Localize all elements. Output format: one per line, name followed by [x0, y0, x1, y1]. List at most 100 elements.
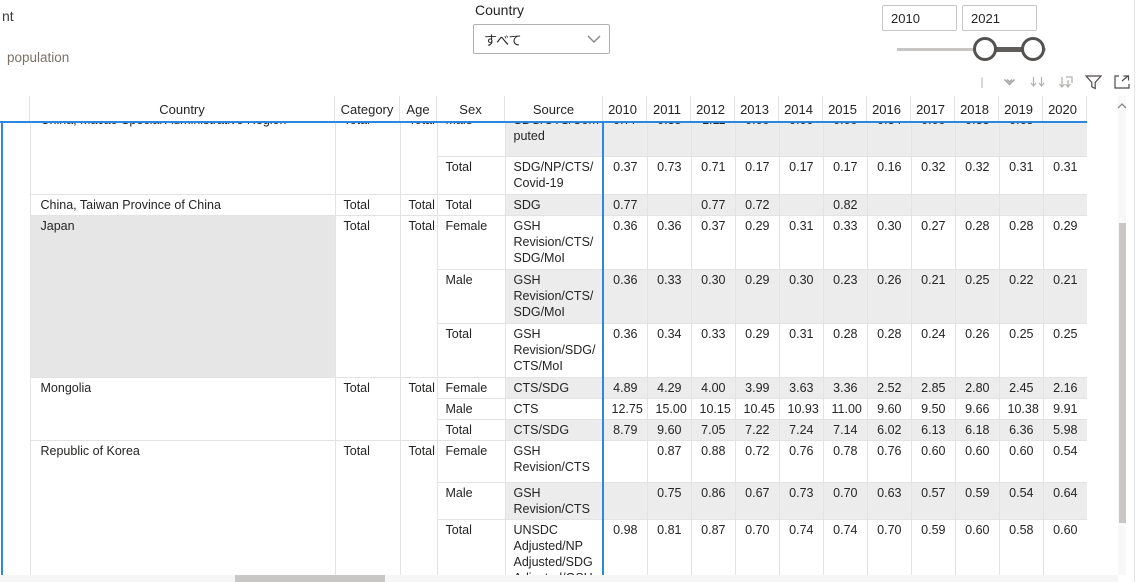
column-header-2014[interactable]: 2014 [779, 96, 823, 122]
value-cell[interactable]: 0.54 [999, 482, 1043, 519]
value-cell[interactable]: 0.24 [911, 323, 955, 377]
vertical-scrollbar-thumb[interactable] [1119, 223, 1126, 523]
value-cell[interactable]: 2.45 [999, 377, 1043, 398]
value-cell[interactable]: 0.21 [1043, 269, 1087, 323]
value-cell[interactable]: 10.93 [779, 398, 823, 419]
value-cell[interactable]: 0.77 [603, 194, 647, 215]
sex-cell[interactable]: Male [437, 398, 505, 419]
value-cell[interactable]: 0.00 [823, 123, 867, 156]
value-cell[interactable]: 0.32 [911, 156, 955, 194]
value-cell[interactable]: 0.98 [603, 519, 647, 575]
value-cell[interactable]: 0.81 [647, 519, 691, 575]
value-cell[interactable]: 0.77 [603, 123, 647, 156]
value-cell[interactable]: 0.30 [691, 269, 735, 323]
value-cell[interactable]: 9.60 [647, 419, 691, 440]
value-cell[interactable]: 0.17 [823, 156, 867, 194]
column-header-country[interactable]: Country [30, 96, 335, 122]
drill-up-icon[interactable] [973, 74, 990, 91]
category-cell[interactable]: Total [335, 377, 400, 440]
value-cell[interactable]: 0.72 [735, 440, 779, 482]
value-cell[interactable]: 12.75 [603, 398, 647, 419]
value-cell[interactable]: 2.80 [955, 377, 999, 398]
value-cell[interactable]: 10.38 [999, 398, 1043, 419]
sex-cell[interactable]: Male [437, 269, 505, 323]
value-cell[interactable]: 0.71 [691, 156, 735, 194]
country-cell[interactable]: Japan [30, 215, 335, 377]
focus-mode-icon[interactable] [1113, 74, 1130, 91]
value-cell[interactable]: 0.37 [691, 215, 735, 269]
value-cell[interactable]: 0.34 [867, 123, 911, 156]
value-cell[interactable] [603, 482, 647, 519]
value-cell[interactable]: 6.13 [911, 419, 955, 440]
value-cell[interactable]: 10.45 [735, 398, 779, 419]
value-cell[interactable]: 10.15 [691, 398, 735, 419]
country-cell[interactable]: China, Taiwan Province of China [30, 194, 335, 215]
category-cell[interactable]: Total [335, 123, 400, 194]
value-cell[interactable]: 0.31 [779, 323, 823, 377]
value-cell[interactable]: 0.00 [911, 123, 955, 156]
value-cell[interactable]: 0.36 [647, 215, 691, 269]
scroll-up-arrow-icon[interactable] [1116, 100, 1128, 112]
column-header-2017[interactable]: 2017 [911, 96, 955, 122]
drill-down-icon[interactable] [1001, 74, 1018, 91]
value-cell[interactable]: 0.29 [735, 269, 779, 323]
source-cell[interactable]: GSHRevision/SDG/CTS/MoI [505, 323, 603, 377]
category-cell[interactable]: Total [335, 440, 400, 575]
age-cell[interactable]: Total [400, 215, 437, 377]
column-header-2013[interactable]: 2013 [735, 96, 779, 122]
sex-cell[interactable]: Total [437, 323, 505, 377]
sex-cell[interactable]: Male [437, 123, 505, 156]
value-cell[interactable]: 9.91 [1043, 398, 1087, 419]
value-cell[interactable]: 0.22 [999, 269, 1043, 323]
year-range-end-input[interactable] [962, 5, 1037, 31]
value-cell[interactable]: 0.73 [647, 156, 691, 194]
value-cell[interactable]: 0.25 [1043, 323, 1087, 377]
value-cell[interactable]: 4.89 [603, 377, 647, 398]
value-cell[interactable]: 0.32 [955, 156, 999, 194]
column-header-2011[interactable]: 2011 [647, 96, 691, 122]
source-cell[interactable]: CTS [505, 398, 603, 419]
value-cell[interactable]: 0.60 [955, 519, 999, 575]
value-cell[interactable]: 0.33 [691, 323, 735, 377]
value-cell[interactable]: 3.63 [779, 377, 823, 398]
age-cell[interactable]: Total [400, 123, 437, 194]
value-cell[interactable]: 0.60 [999, 440, 1043, 482]
value-cell[interactable]: 1.11 [691, 123, 735, 156]
year-range-start-input[interactable] [882, 5, 957, 31]
value-cell[interactable]: 0.33 [823, 215, 867, 269]
source-cell[interactable]: GSHRevision/CTS [505, 482, 603, 519]
value-cell[interactable] [647, 194, 691, 215]
value-cell[interactable]: 0.86 [691, 482, 735, 519]
country-slicer-dropdown[interactable]: すべて [473, 24, 610, 54]
source-cell[interactable]: GSHRevision/CTS/SDG/MoI [505, 269, 603, 323]
value-cell[interactable]: 0.17 [735, 156, 779, 194]
value-cell[interactable]: 6.18 [955, 419, 999, 440]
source-cell[interactable]: SDG [505, 194, 603, 215]
value-cell[interactable]: 0.64 [1043, 482, 1087, 519]
source-cell[interactable]: SDG/NP/CTS/Covid-19 [505, 156, 603, 194]
value-cell[interactable]: 4.29 [647, 377, 691, 398]
value-cell[interactable]: 9.50 [911, 398, 955, 419]
value-cell[interactable]: 0.00 [779, 123, 823, 156]
column-header-2015[interactable]: 2015 [823, 96, 867, 122]
expand-next-level-icon[interactable] [1057, 74, 1074, 91]
column-header-source[interactable]: Source [505, 96, 603, 122]
value-cell[interactable]: 0.67 [735, 482, 779, 519]
value-cell[interactable]: 0.30 [779, 269, 823, 323]
value-cell[interactable]: 0.37 [603, 156, 647, 194]
value-cell[interactable]: 0.70 [735, 519, 779, 575]
sex-cell[interactable]: Female [437, 377, 505, 398]
age-cell[interactable]: Total [400, 440, 437, 575]
value-cell[interactable]: 0.16 [867, 156, 911, 194]
value-cell[interactable] [999, 194, 1043, 215]
value-cell[interactable]: 0.60 [955, 440, 999, 482]
value-cell[interactable]: 0.34 [647, 323, 691, 377]
value-cell[interactable]: 0.28 [867, 323, 911, 377]
column-header-2012[interactable]: 2012 [691, 96, 735, 122]
sex-cell[interactable]: Female [437, 440, 505, 482]
value-cell[interactable]: 9.66 [955, 398, 999, 419]
source-cell[interactable]: UNSDCAdjusted/NPAdjusted/SDGAdjusted/GSH [505, 519, 603, 575]
column-header-2020[interactable]: 2020 [1043, 96, 1087, 122]
category-cell[interactable]: Total [335, 215, 400, 377]
value-cell[interactable]: 0.77 [691, 194, 735, 215]
